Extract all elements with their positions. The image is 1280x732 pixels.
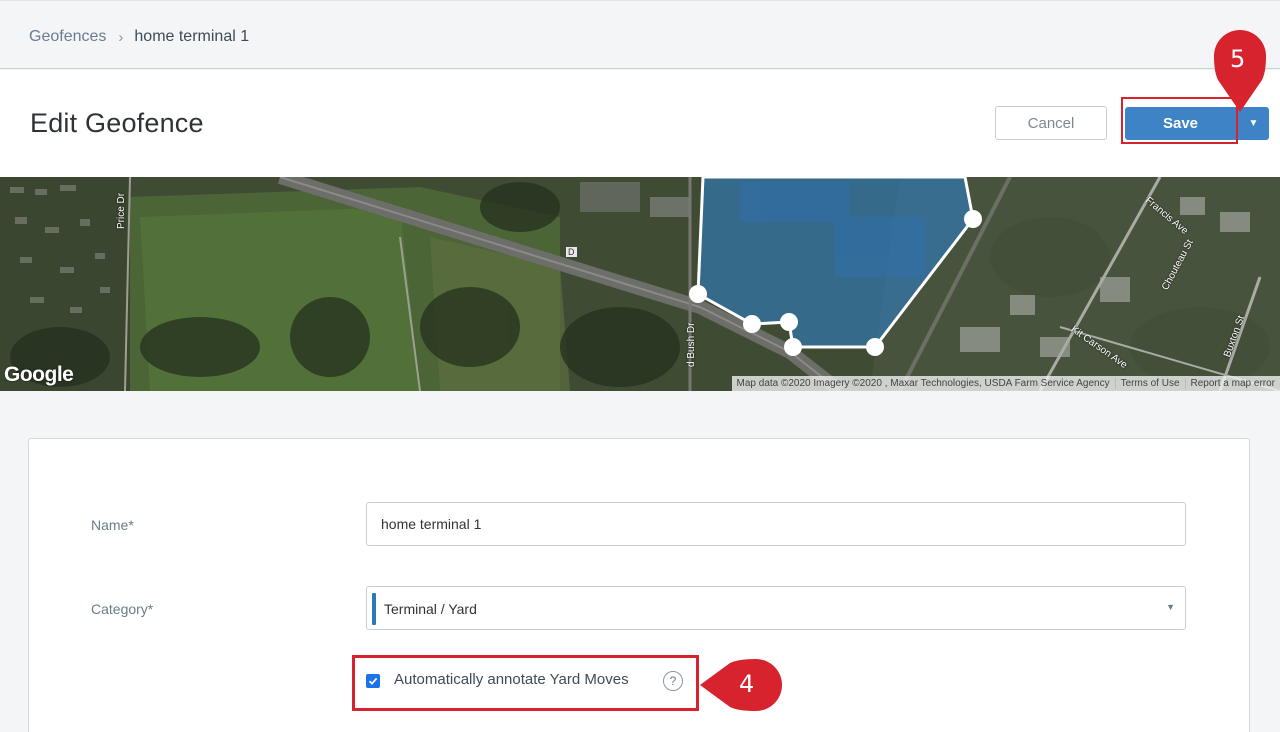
category-selected-value: Terminal / Yard (384, 601, 477, 617)
category-select[interactable]: Terminal / Yard ▼ (366, 586, 1186, 630)
geofence-map[interactable]: Price Dr d Bush Dr Francis Ave Chouteau … (0, 177, 1280, 391)
category-color-swatch (372, 593, 376, 625)
breadcrumb-geofences-link[interactable]: Geofences (29, 28, 106, 46)
satellite-imagery (0, 177, 1280, 391)
checkmark-icon (368, 677, 378, 685)
yard-moves-label[interactable]: Automatically annotate Yard Moves (394, 671, 629, 688)
breadcrumb-separator: › (118, 28, 124, 46)
map-route-marker: D (566, 247, 577, 257)
name-input[interactable]: home terminal 1 (366, 502, 1186, 546)
step-4-number: 4 (739, 670, 755, 698)
page-header: Edit Geofence Cancel Save ▼ (0, 70, 1280, 177)
breadcrumb-current: home terminal 1 (134, 28, 250, 45)
breadcrumb: Geofences › home terminal 1 (29, 28, 249, 46)
google-logo: Google (4, 363, 74, 386)
page-title: Edit Geofence (30, 108, 204, 138)
chevron-down-icon: ▼ (1166, 602, 1175, 612)
caret-down-icon: ▼ (1248, 118, 1259, 129)
cancel-button[interactable]: Cancel (995, 106, 1107, 140)
map-street-label: d Bush Dr (686, 322, 697, 367)
step-4-callout: 4 (698, 657, 788, 718)
report-map-error-link[interactable]: Report a map error (1184, 378, 1280, 389)
yard-moves-checkbox[interactable] (366, 674, 380, 688)
breadcrumb-bar: Geofences › home terminal 1 (0, 0, 1280, 69)
help-icon[interactable]: ? (663, 671, 683, 691)
map-attribution: Map data ©2020 Imagery ©2020 , Maxar Tec… (731, 376, 1280, 391)
step-5-number: 5 (1230, 45, 1246, 73)
category-label: Category* (91, 601, 154, 617)
geofence-form-card (28, 438, 1250, 732)
step-5-callout: 5 (1212, 28, 1268, 119)
map-data-credit: Map data ©2020 Imagery ©2020 , Maxar Tec… (736, 378, 1110, 389)
terms-of-use-link[interactable]: Terms of Use (1114, 378, 1185, 389)
name-label: Name* (91, 517, 134, 533)
map-street-label: Price Dr (116, 192, 127, 229)
